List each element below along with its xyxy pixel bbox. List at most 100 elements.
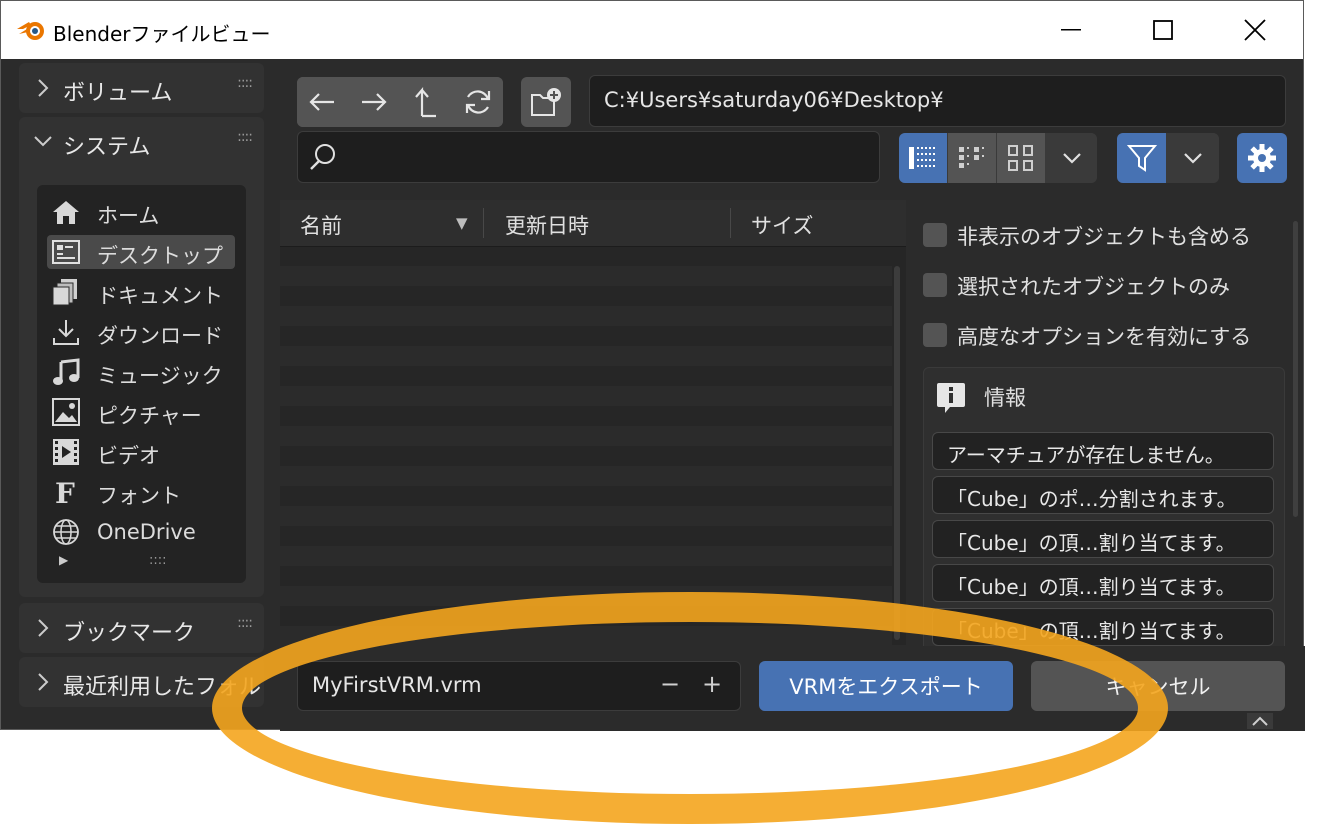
new-folder-button[interactable] [521,77,571,127]
sidebar-item-onedrive[interactable]: OneDrive [47,515,235,549]
info-box: 情報 アーマチュアが存在しません。 「Cube」のポ…分割されます。 「Cube… [923,367,1285,657]
sidebar-item-home[interactable]: ホーム [47,195,235,229]
sort-descending-icon[interactable]: ▼ [456,214,468,232]
list-row [280,306,892,326]
list-row [280,346,892,366]
music-icon [51,357,81,387]
sidebar-item-label: デスクトップ [97,244,223,268]
list-scrollbar[interactable] [894,266,900,640]
decrement-button[interactable]: − [660,670,680,698]
drag-grip[interactable]: :::: [237,75,253,91]
sidebar-item-label: ピクチャー [97,404,202,428]
font-icon: F [51,477,81,507]
sidebar-item-label: ホーム [97,204,160,228]
volumes-panel[interactable]: ボリューム :::: [19,63,264,113]
info-header: 情報 [984,386,1026,410]
options-scrollbar[interactable] [1293,221,1298,517]
refresh-button[interactable] [453,77,503,127]
recent-label: 最近利用したフォル [63,675,262,700]
advanced-options-checkbox[interactable] [923,323,947,347]
close-icon [1244,19,1266,41]
display-options-dropdown[interactable] [1046,133,1097,183]
filename-field[interactable]: MyFirstVRM.vrm − + [297,661,741,711]
settings-button[interactable] [1237,133,1287,183]
vertical-list-button[interactable] [899,133,947,183]
recent-folders-panel[interactable]: 最近利用したフォル [19,657,264,707]
info-message: 「Cube」の頂…割り当てます。 [932,608,1274,646]
horizontal-list-button[interactable] [948,133,996,183]
volumes-label: ボリューム [63,81,173,106]
system-header[interactable]: システム :::: [19,117,264,167]
arrow-up-icon [415,87,436,118]
minimize-icon [1061,29,1081,31]
parent-directory-button[interactable] [401,77,451,127]
filename-text: MyFirstVRM.vrm [312,673,482,697]
volumes-header[interactable]: ボリューム :::: [19,63,264,113]
export-vrm-button[interactable]: VRMをエクスポート [759,661,1013,711]
chevron-right-icon [38,79,49,97]
sidebar-item-pictures[interactable]: ピクチャー [47,395,235,429]
chevron-down-icon [1184,153,1202,164]
sidebar-item-fonts[interactable]: F フォント [47,475,235,509]
column-modified[interactable]: 更新日時 [505,210,589,240]
sidebar-item-label: OneDrive [97,520,196,544]
include-hidden-checkbox[interactable] [923,223,947,247]
selected-only-label[interactable]: 選択されたオブジェクトのみ [957,271,1230,301]
list-horizontal-icon [959,147,984,168]
column-size[interactable]: サイズ [751,210,813,240]
sidebar-item-desktop[interactable]: デスクトップ [47,235,235,269]
column-divider[interactable] [730,208,731,238]
cancel-button[interactable]: キャンセル [1031,661,1285,711]
filter-options-dropdown[interactable] [1167,133,1219,183]
info-message: 「Cube」の頂…割り当てます。 [932,520,1274,558]
recent-header[interactable]: 最近利用したフォル [19,657,264,707]
system-label: システム [63,135,151,160]
sidebar-item-music[interactable]: ミュージック [47,355,235,389]
path-text: C:¥Users¥saturday06¥Desktop¥ [604,88,944,112]
column-name[interactable]: 名前 [300,210,342,240]
filter-group [1117,133,1219,183]
home-icon [51,197,81,227]
search-field[interactable] [297,131,880,183]
drag-grip[interactable]: :::: [237,615,253,631]
sidebar-item-downloads[interactable]: ダウンロード [47,315,235,349]
video-icon [51,437,81,467]
list-vertical-icon [909,147,935,169]
system-locations-list: ホーム デスクトップ ドキュメント ダウンロード ミュージック ピクチャー ビデ… [37,185,246,583]
filter-toggle-button[interactable] [1117,133,1166,183]
collapse-up-icon[interactable] [1247,713,1273,729]
drag-grip[interactable]: :::: [237,129,253,145]
bookmarks-panel[interactable]: ブックマーク :::: [19,603,264,653]
back-button[interactable] [297,77,347,127]
filter-icon [1126,145,1157,172]
path-field[interactable]: C:¥Users¥saturday06¥Desktop¥ [589,75,1286,127]
blender-logo-icon [17,22,44,40]
refresh-icon [465,90,491,114]
gear-icon [1248,144,1276,172]
selected-only-checkbox[interactable] [923,273,947,297]
sidebar-item-label: ダウンロード [97,324,223,348]
resize-grip[interactable]: :::: [149,553,167,568]
file-browser-window: Blenderファイルビュー ボリューム :::: システム :::: ホーム … [0,0,1305,731]
export-options-panel: 非表示のオブジェクトも含める 選択されたオブジェクトのみ 高度なオプションを有効… [913,201,1305,657]
advanced-options-label[interactable]: 高度なオプションを有効にする [957,321,1251,351]
forward-button[interactable] [349,77,399,127]
file-list[interactable]: 名前 ▼ 更新日時 サイズ [280,200,906,646]
close-button[interactable] [1209,1,1301,59]
include-hidden-label[interactable]: 非表示のオブジェクトも含める [957,221,1251,251]
sidebar-item-label: ミュージック [97,364,223,388]
minimize-button[interactable] [1025,1,1117,59]
sidebar-item-videos[interactable]: ビデオ [47,435,235,469]
thumbnails-button[interactable] [997,133,1045,183]
column-divider[interactable] [483,208,484,238]
sidebar-item-documents[interactable]: ドキュメント [47,275,235,309]
bookmarks-header[interactable]: ブックマーク :::: [19,603,264,653]
increment-button[interactable]: + [702,670,722,698]
nav-button-group [297,77,503,127]
search-icon [310,144,335,170]
arrow-right-icon [362,93,387,111]
expand-arrow-icon[interactable]: ▶ [59,553,68,567]
chevron-right-icon [38,673,49,691]
maximize-button[interactable] [1117,1,1209,59]
svg-text:F: F [55,478,75,506]
